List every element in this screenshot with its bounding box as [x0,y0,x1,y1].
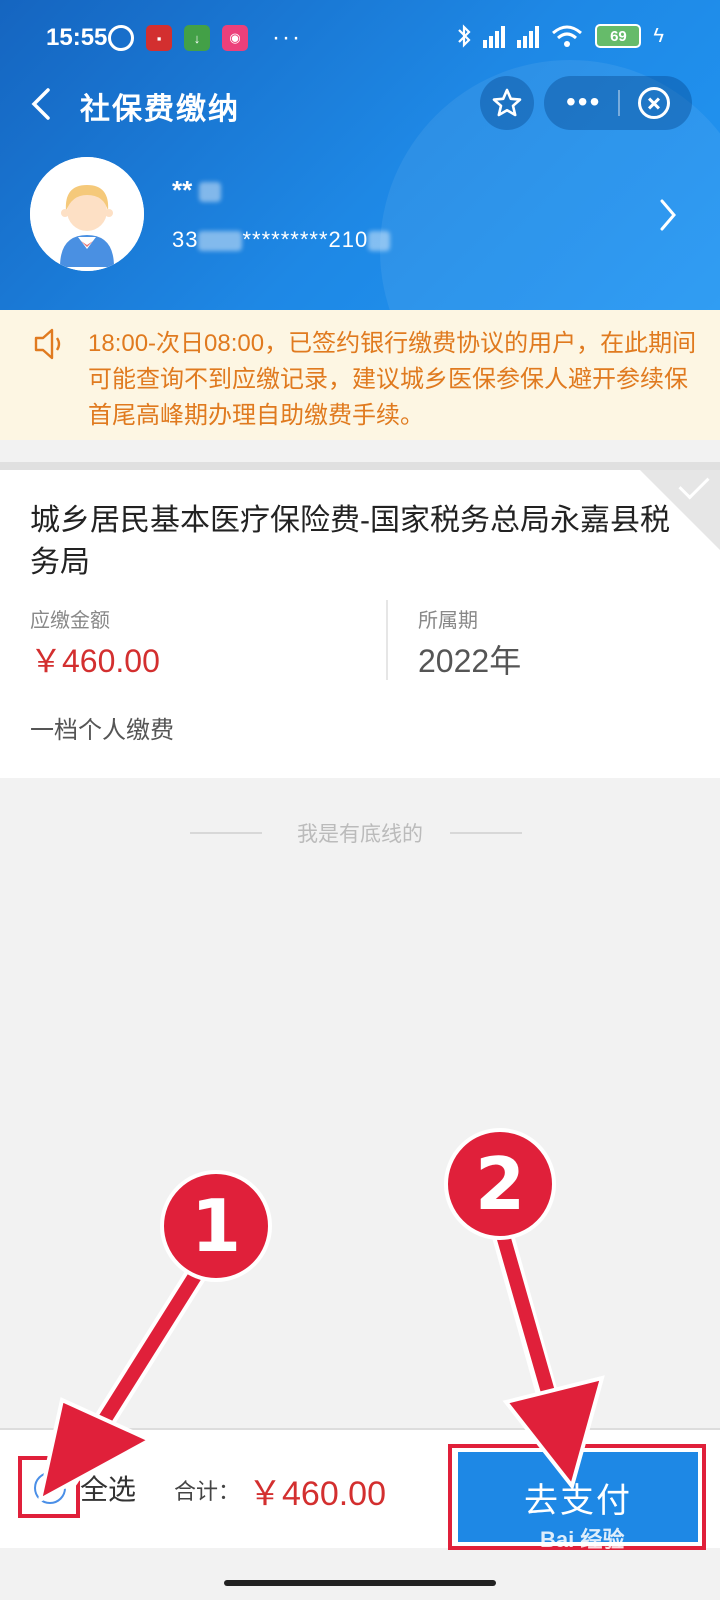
user-name-redacted [199,182,222,203]
amount-due-label: 应缴金额 [30,610,110,632]
user-id-redacted-tail [368,231,391,252]
header-area: 15:55 ▪ ↓ ◉ ··· 69 ϟ 社保费缴纳 ••• ** 33 ***… [0,0,720,310]
user-id-number: 33 *********210 [172,227,391,253]
avatar [30,157,144,271]
page-title: 社保费缴纳 [80,93,240,126]
end-of-list-text: 我是有底线的 [297,823,423,846]
user-id-middle: *********210 [242,227,369,252]
watermark-logo: Bai 经验 [540,1527,625,1552]
capsule-divider [618,90,620,116]
alarm-icon [108,25,134,51]
end-of-list: 我是有底线的 [0,814,720,854]
user-profile-row[interactable]: ** 33 *********210 [0,155,720,275]
status-system-icons: 69 ϟ [457,24,664,48]
status-time: 15:55 [46,24,108,51]
charging-icon: ϟ [653,24,664,47]
annotation-badge-2: 2 [444,1128,556,1240]
user-id-prefix: 33 [172,227,199,252]
avatar-illustration-icon [30,157,144,271]
user-name-visible: ** [172,175,193,205]
card-separator [0,462,720,470]
star-icon [492,88,522,117]
total-value: ￥460.00 [248,1475,386,1513]
home-indicator[interactable] [224,1580,496,1586]
status-notification-icons: ▪ ↓ ◉ ··· [108,24,302,52]
annotation-arrow-2 [487,1207,571,1451]
amount-due-value: ￥460.00 [30,643,160,679]
select-all-label[interactable]: 全选 [80,1468,136,1508]
annotation-badge-1: 1 [160,1170,272,1282]
notice-banner: 18:00-次日08:00，已签约银行缴费协议的用户，在此期间可能查询不到应缴记… [0,310,720,440]
payment-item-card[interactable]: 城乡居民基本医疗保险费-国家税务总局永嘉县税务局 应缴金额 ￥460.00 所属… [0,468,720,778]
notice-text: 18:00-次日08:00，已签约银行缴费协议的用户，在此期间可能查询不到应缴记… [88,330,697,429]
period-value: 2022年 [418,643,522,679]
status-bar: 15:55 ▪ ↓ ◉ ··· 69 ϟ [0,0,720,78]
speaker-icon [34,328,61,360]
close-icon[interactable] [638,87,670,119]
chevron-right-icon [660,199,676,231]
more-icon[interactable]: ••• [566,86,601,118]
payment-tier: 一档个人缴费 [30,717,174,744]
app-badge-icon: ◉ [222,25,248,51]
app-notification-icon: ▪ [146,25,172,51]
signal-1-icon [483,24,506,48]
bluetooth-icon [458,24,471,48]
download-icon: ↓ [184,25,210,51]
total-label: 合计： [174,1479,241,1504]
battery-icon: 69 [595,24,642,48]
card-divider [386,600,388,680]
more-notifications-icon: ··· [272,24,302,51]
nav-bar: 社保费缴纳 ••• [0,76,720,130]
wifi-icon [552,25,583,47]
user-name: ** [172,175,222,206]
mini-program-capsule: ••• [544,76,692,130]
signal-2-icon [517,24,540,48]
select-all-checkbox[interactable] [34,1472,66,1504]
back-icon[interactable] [28,86,58,122]
payment-item-title: 城乡居民基本医疗保险费-国家税务总局永嘉县税务局 [30,504,670,579]
user-id-redacted [198,231,243,252]
period-label: 所属期 [418,610,478,632]
end-line-right [450,832,522,834]
favorite-button[interactable] [480,76,534,130]
